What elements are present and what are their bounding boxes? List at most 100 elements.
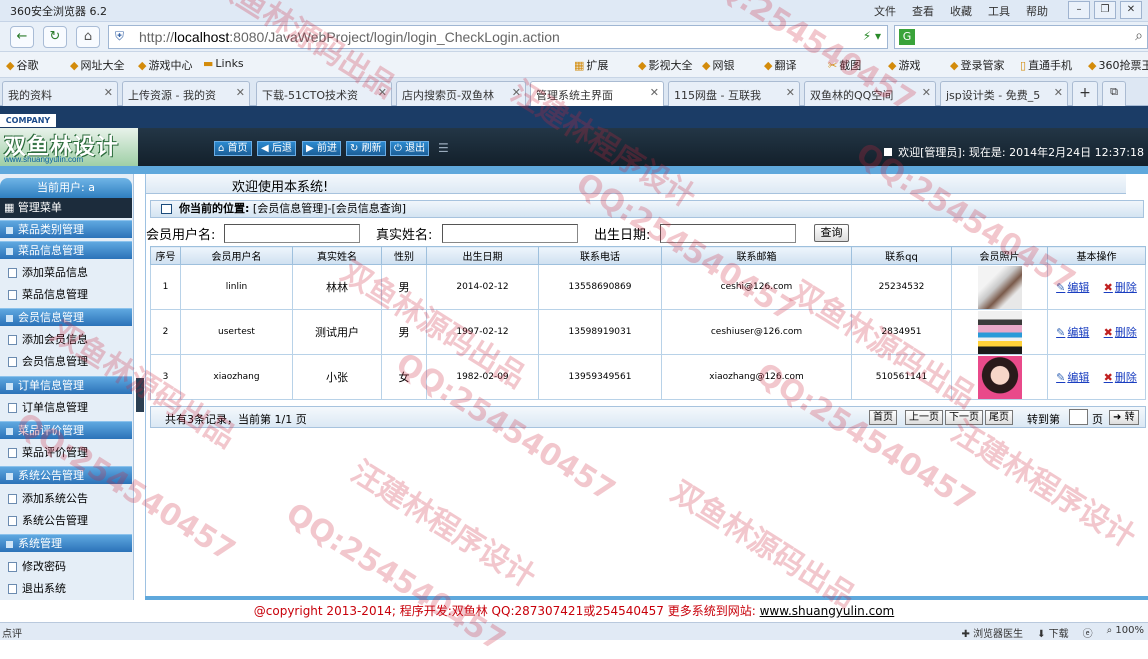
logout-button[interactable]: ⏻ 退出 [390,141,430,156]
section-system[interactable]: 系统管理 [0,534,132,552]
browser-doctor-button[interactable]: ✚ 浏览器医生 [962,625,1024,640]
last-page-button[interactable]: 尾页 [985,410,1013,425]
delete-link[interactable]: 删除 [1104,371,1137,384]
close-tab-icon[interactable]: ✕ [512,86,521,99]
menu-tools[interactable]: 工具 [988,3,1010,19]
section-dish-category[interactable]: 菜品类别管理 [0,220,132,238]
sidebar-item-add-notice[interactable]: 添加系统公告 [8,490,88,506]
tab-admin-main[interactable]: 管理系统主界面 ✕ [530,81,664,107]
edit-link[interactable]: 编辑 [1056,326,1089,339]
fav-url-directory[interactable]: ◆ 网址大全 [70,57,124,73]
search-icon[interactable]: ⌕ [1135,28,1143,44]
tab-qq-zone[interactable]: 双鱼林的QQ空间 ✕ [804,81,936,106]
menu-help[interactable]: 帮助 [1026,3,1048,19]
query-button[interactable]: 查询 [814,224,849,242]
logo: 双鱼林设计 www.shuangyulin.com [0,128,138,166]
forward-button[interactable]: ▶ 前进 [302,141,341,156]
footer: @copyright 2013-2014; 程序开发:双鱼林 QQ:287307… [0,600,1148,622]
download-button[interactable]: ⬇ 下载 [1037,625,1069,640]
address-bar[interactable]: ⛨ http://localhost:8080/JavaWebProject/l… [108,25,888,49]
search-engine-icon[interactable]: G [899,29,915,45]
prev-page-button[interactable]: 上一页 [905,410,943,425]
menu-view[interactable]: 查看 [912,3,934,19]
birth-date-input[interactable] [660,224,796,243]
edit-link[interactable]: 编辑 [1056,281,1089,294]
fav-ticket[interactable]: ◆ 360抢票王 [1088,57,1148,73]
close-tab-icon[interactable]: ✕ [104,86,113,99]
maximize-icon[interactable]: ❐ [1094,1,1116,19]
refresh-icon[interactable]: ↻ [43,26,67,48]
back-icon[interactable]: ← [10,26,34,48]
real-name-input[interactable] [442,224,578,243]
sidebar-item-member-manage[interactable]: 会员信息管理 [8,353,88,369]
tab-115-disk[interactable]: 115网盘 - 互联我 ✕ [668,81,800,106]
home-button[interactable]: ⌂ 首页 [214,141,252,156]
browser-navbar: ← ↻ ⌂ ⛨ http://localhost:8080/JavaWebPro… [0,22,1148,52]
next-page-button[interactable]: 下一页 [945,410,983,425]
tab-jsp-design[interactable]: jsp设计类 - 免费_5 ✕ [940,81,1068,106]
section-order-info[interactable]: 订单信息管理 [0,376,132,394]
search-bar[interactable]: G ⌕ [894,25,1148,49]
location-path: [会员信息管理]-[会员信息查询] [252,202,407,215]
close-tab-icon[interactable]: ✕ [378,86,387,99]
page-number-input[interactable] [1069,409,1088,425]
sidebar-item-order-manage[interactable]: 订单信息管理 [8,399,88,415]
ie-icon[interactable]: ⓔ [1083,625,1093,640]
fav-links[interactable]: ▬ Links [203,57,244,70]
close-tab-icon[interactable]: ✕ [1054,86,1063,99]
first-page-button[interactable]: 首页 [869,410,897,425]
member-username-input[interactable] [224,224,360,243]
col-phone: 联系电话 [538,246,662,265]
tab-upload[interactable]: 上传资源 - 我的资 ✕ [122,81,250,106]
menu-file[interactable]: 文件 [874,3,896,19]
lightning-icon[interactable]: ⚡ ▾ [863,29,881,43]
sidebar-item-add-dish[interactable]: 添加菜品信息 [8,264,88,280]
fav-screenshot[interactable]: ✂ 截图 [828,57,861,73]
minimize-icon[interactable]: – [1068,1,1090,19]
sidebar-item-review-manage[interactable]: 菜品评价管理 [8,444,88,460]
fav-login-manager[interactable]: ◆ 登录管家 [950,57,1004,73]
welcome-status: 欢迎[管理员]: 现在是: 2014年2月24日 12:37:18 [884,144,1144,160]
fav-translate[interactable]: ◆ 翻译 [764,57,796,73]
fav-phone[interactable]: ▯ 直通手机 [1020,57,1072,73]
section-notice[interactable]: 系统公告管理 [0,466,132,484]
edit-link[interactable]: 编辑 [1056,371,1089,384]
home-icon[interactable]: ⌂ [76,26,100,48]
back-button[interactable]: ◀ 后退 [257,141,296,156]
new-tab-icon[interactable]: + [1072,81,1098,106]
go-button[interactable]: ➜ 转 [1109,410,1139,425]
jump-label: 转到第 [1027,413,1060,426]
sidebar-item-logout[interactable]: 退出系统 [8,580,66,596]
status-review[interactable]: 点评 [2,625,22,640]
section-dish-review[interactable]: 菜品评价管理 [0,421,132,439]
close-tab-icon[interactable]: ✕ [650,86,659,99]
footer-link[interactable]: www.shuangyulin.com [760,604,895,618]
fav-bank[interactable]: ◆ 网银 [702,57,734,73]
sidebar-item-notice-manage[interactable]: 系统公告管理 [8,512,88,528]
tab-my-profile[interactable]: 我的资料 ✕ [2,81,118,106]
fav-extensions[interactable]: ▦ 扩展 [574,57,608,73]
fav-google[interactable]: ◆ 谷歌 [6,57,38,73]
close-tab-icon[interactable]: ✕ [922,86,931,99]
tab-51cto[interactable]: 下载-51CTO技术资 ✕ [256,81,392,106]
sidebar-item-dish-manage[interactable]: 菜品信息管理 [8,286,88,302]
sidebar-collapse-handle[interactable] [136,378,144,412]
close-icon[interactable]: ✕ [1120,1,1142,19]
sidebar-item-change-password[interactable]: 修改密码 [8,558,66,574]
zoom-level[interactable]: ⌕ 100% [1107,625,1144,640]
delete-link[interactable]: 删除 [1104,281,1137,294]
tab-list-icon[interactable]: ⧉ [1102,81,1126,106]
fav-games[interactable]: ◆ 游戏 [888,57,920,73]
close-tab-icon[interactable]: ✕ [786,86,795,99]
refresh-button[interactable]: ↻ 刷新 [346,141,386,156]
section-member-info[interactable]: 会员信息管理 [0,308,132,326]
close-tab-icon[interactable]: ✕ [236,86,245,99]
delete-link[interactable]: 删除 [1104,326,1137,339]
menu-favorites[interactable]: 收藏 [950,3,972,19]
sidebar-item-add-member[interactable]: 添加会员信息 [8,331,88,347]
fav-game-center[interactable]: ◆ 游戏中心 [138,57,192,73]
col-birth: 出生日期 [426,246,539,265]
tab-shop-search[interactable]: 店内搜索页-双鱼林 ✕ [396,81,526,106]
fav-video[interactable]: ◆ 影视大全 [638,57,692,73]
section-dish-info[interactable]: 菜品信息管理 [0,241,132,259]
